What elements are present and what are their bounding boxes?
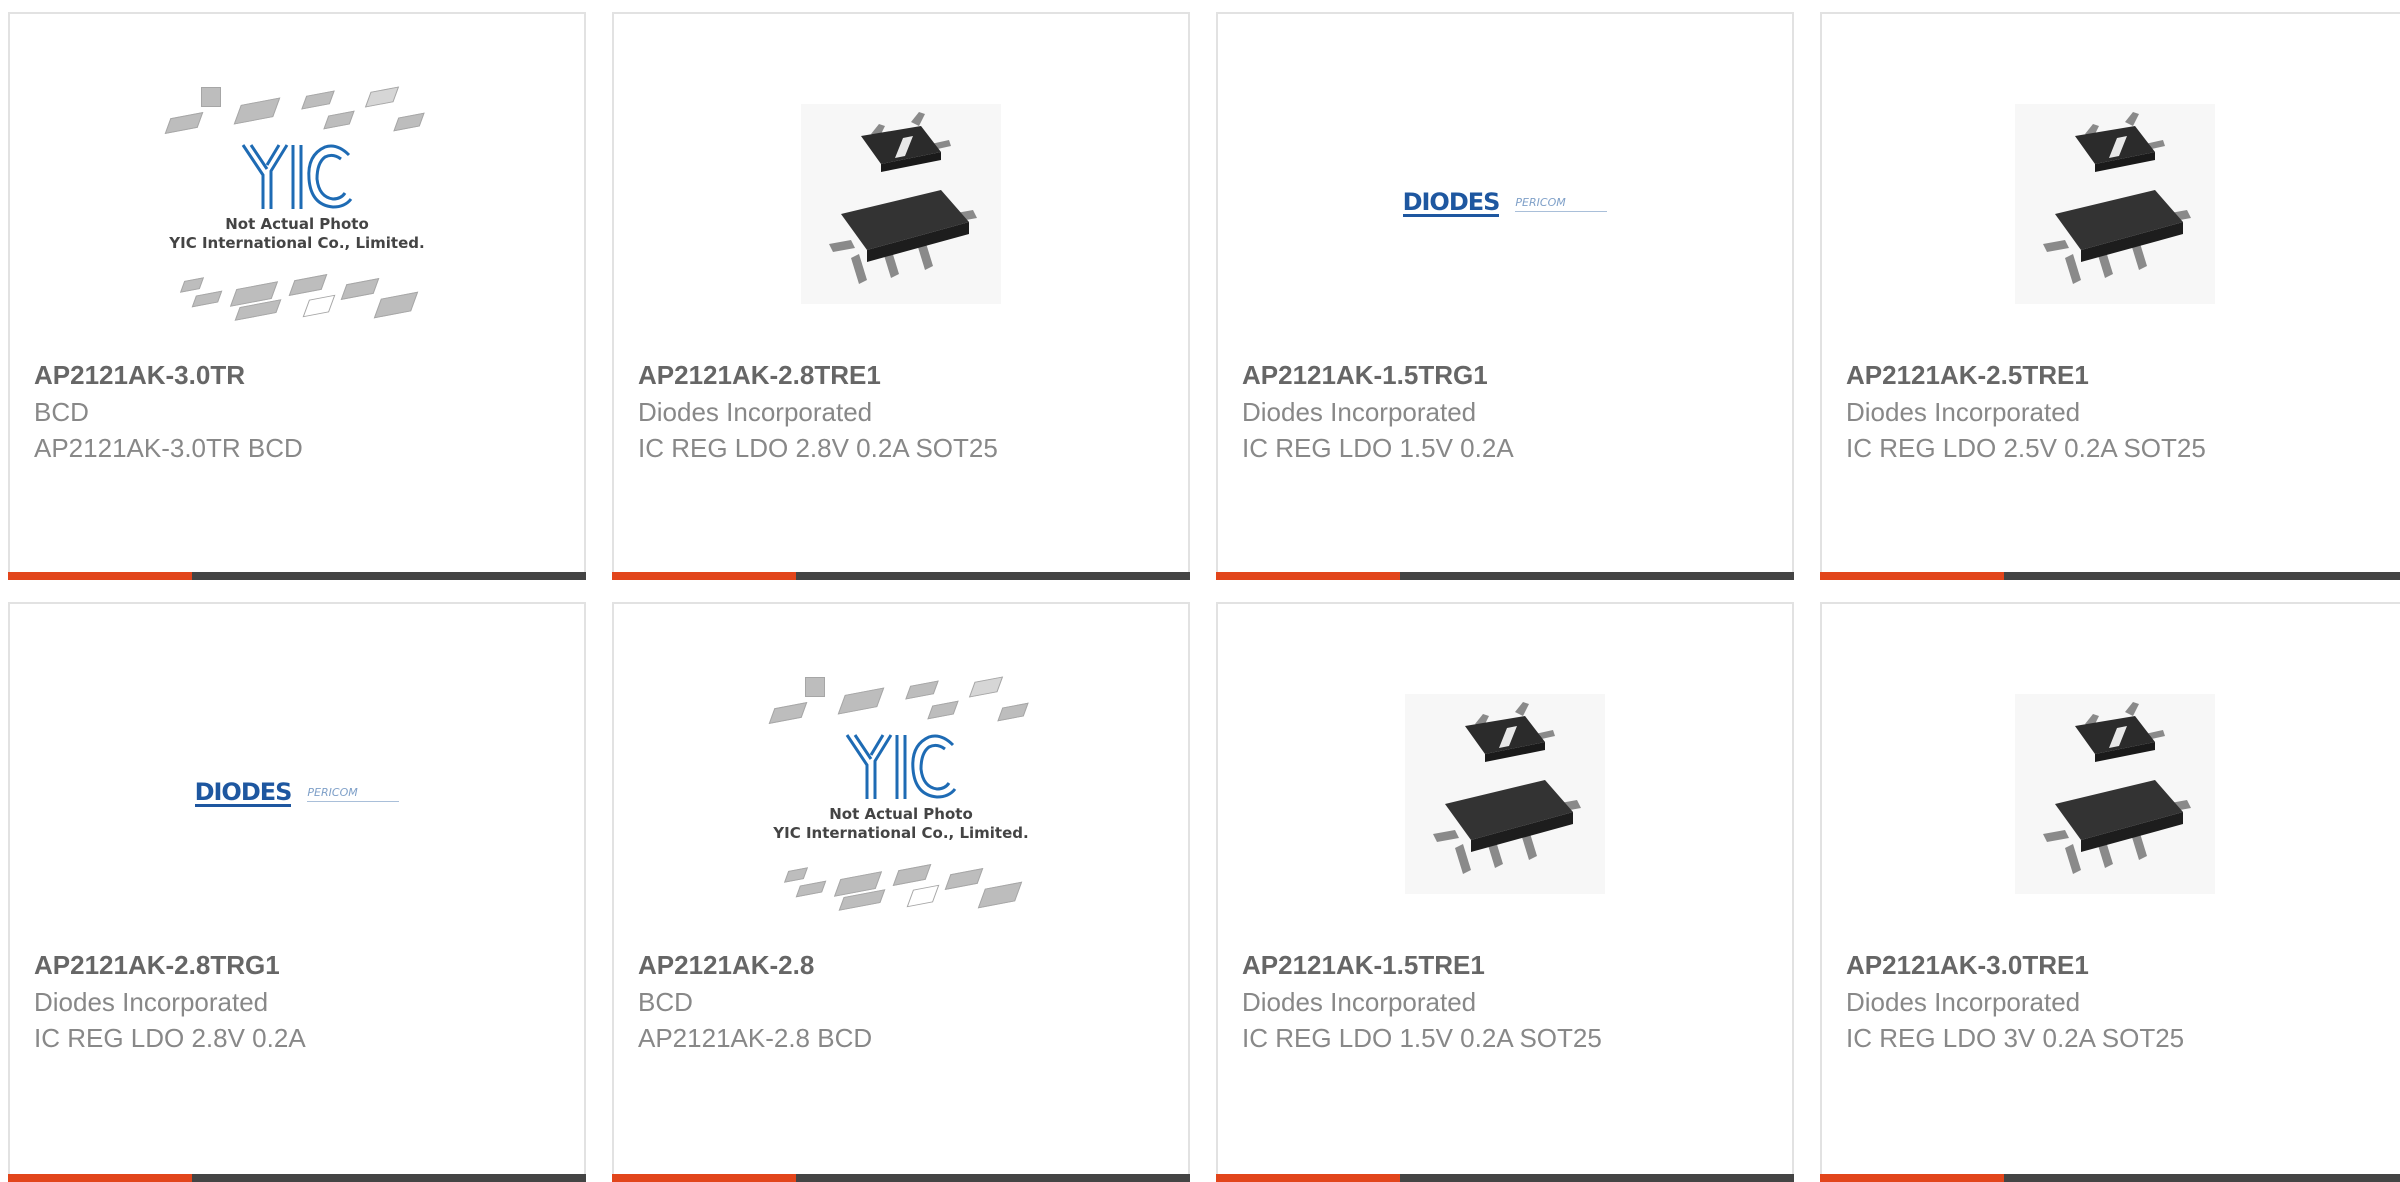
yic-placeholder-image: Not Actual Photo YIC International Co., … <box>761 669 1041 919</box>
description: IC REG LDO 1.5V 0.2A <box>1242 433 1514 463</box>
product-image[interactable] <box>1822 44 2400 364</box>
description: AP2121AK-2.8 BCD <box>638 1023 873 1053</box>
pericom-logo-text: PERICOM <box>307 786 400 802</box>
description: IC REG LDO 3V 0.2A SOT25 <box>1846 1023 2185 1053</box>
product-card[interactable]: AP2121AK-2.5TRE1 Diodes Incorporated IC … <box>1820 12 2400 580</box>
product-image[interactable]: Not Actual Photo YIC International Co., … <box>10 44 584 364</box>
description: IC REG LDO 2.8V 0.2A SOT25 <box>638 433 998 463</box>
product-grid: Not Actual Photo YIC International Co., … <box>0 0 2400 1182</box>
product-card[interactable]: AP2121AK-3.0TRE1 Diodes Incorporated IC … <box>1820 602 2400 1182</box>
manufacturer: Diodes Incorporated <box>1846 987 2081 1017</box>
manufacturer: BCD <box>34 397 89 427</box>
product-card[interactable]: Not Actual Photo YIC International Co., … <box>612 602 1190 1182</box>
diodes-logo-text: DIODES <box>1402 188 1500 217</box>
part-number[interactable]: AP2121AK-2.8 <box>638 946 1168 984</box>
card-accent-bar <box>8 1174 586 1182</box>
sot25-package-icon <box>2015 694 2215 894</box>
product-image[interactable] <box>614 44 1188 364</box>
card-accent-bar <box>8 572 586 580</box>
part-number[interactable]: AP2121AK-3.0TR <box>34 356 564 394</box>
pericom-logo-text: PERICOM <box>1515 196 1608 212</box>
manufacturer: Diodes Incorporated <box>638 397 873 427</box>
product-card[interactable]: AP2121AK-2.8TRE1 Diodes Incorporated IC … <box>612 12 1190 580</box>
manufacturer: Diodes Incorporated <box>1242 987 1477 1017</box>
description: IC REG LDO 1.5V 0.2A SOT25 <box>1242 1023 1602 1053</box>
part-number[interactable]: AP2121AK-1.5TRG1 <box>1242 356 1772 394</box>
yic-logo-icon <box>845 734 957 799</box>
product-image[interactable]: Not Actual Photo YIC International Co., … <box>614 634 1188 954</box>
card-accent-bar <box>1820 572 2400 580</box>
description: IC REG LDO 2.8V 0.2A <box>34 1023 306 1053</box>
description: IC REG LDO 2.5V 0.2A SOT25 <box>1846 433 2206 463</box>
diodes-logo-image: DIODES PERICOM <box>194 778 400 807</box>
product-card[interactable]: AP2121AK-1.5TRE1 Diodes Incorporated IC … <box>1216 602 1794 1182</box>
card-accent-bar <box>612 1174 1190 1182</box>
image-caption: Not Actual Photo YIC International Co., … <box>773 805 1029 842</box>
card-accent-bar <box>1216 572 1794 580</box>
manufacturer: Diodes Incorporated <box>34 987 269 1017</box>
sot25-package-icon <box>1405 694 1605 894</box>
part-number[interactable]: AP2121AK-2.8TRG1 <box>34 946 564 984</box>
product-card[interactable]: Not Actual Photo YIC International Co., … <box>8 12 586 580</box>
product-image[interactable] <box>1218 634 1792 954</box>
product-image[interactable]: DIODES PERICOM <box>1218 44 1792 364</box>
diodes-logo-text: DIODES <box>194 778 292 807</box>
part-number[interactable]: AP2121AK-2.8TRE1 <box>638 356 1168 394</box>
image-caption: Not Actual Photo YIC International Co., … <box>169 215 425 252</box>
description: AP2121AK-3.0TR BCD <box>34 433 303 463</box>
part-number[interactable]: AP2121AK-3.0TRE1 <box>1846 946 2388 984</box>
part-number[interactable]: AP2121AK-2.5TRE1 <box>1846 356 2388 394</box>
card-accent-bar <box>1820 1174 2400 1182</box>
sot25-package-icon <box>2015 104 2215 304</box>
product-card[interactable]: DIODES PERICOM AP2121AK-2.8TRG1 Diodes I… <box>8 602 586 1182</box>
sot25-package-icon <box>801 104 1001 304</box>
manufacturer: Diodes Incorporated <box>1242 397 1477 427</box>
manufacturer: Diodes Incorporated <box>1846 397 2081 427</box>
product-card[interactable]: DIODES PERICOM AP2121AK-1.5TRG1 Diodes I… <box>1216 12 1794 580</box>
card-accent-bar <box>1216 1174 1794 1182</box>
card-accent-bar <box>612 572 1190 580</box>
manufacturer: BCD <box>638 987 693 1017</box>
diodes-logo-image: DIODES PERICOM <box>1402 188 1608 217</box>
yic-placeholder-image: Not Actual Photo YIC International Co., … <box>157 79 437 329</box>
part-number[interactable]: AP2121AK-1.5TRE1 <box>1242 946 1772 984</box>
product-image[interactable] <box>1822 634 2400 954</box>
yic-logo-icon <box>241 144 353 209</box>
product-image[interactable]: DIODES PERICOM <box>10 634 584 954</box>
